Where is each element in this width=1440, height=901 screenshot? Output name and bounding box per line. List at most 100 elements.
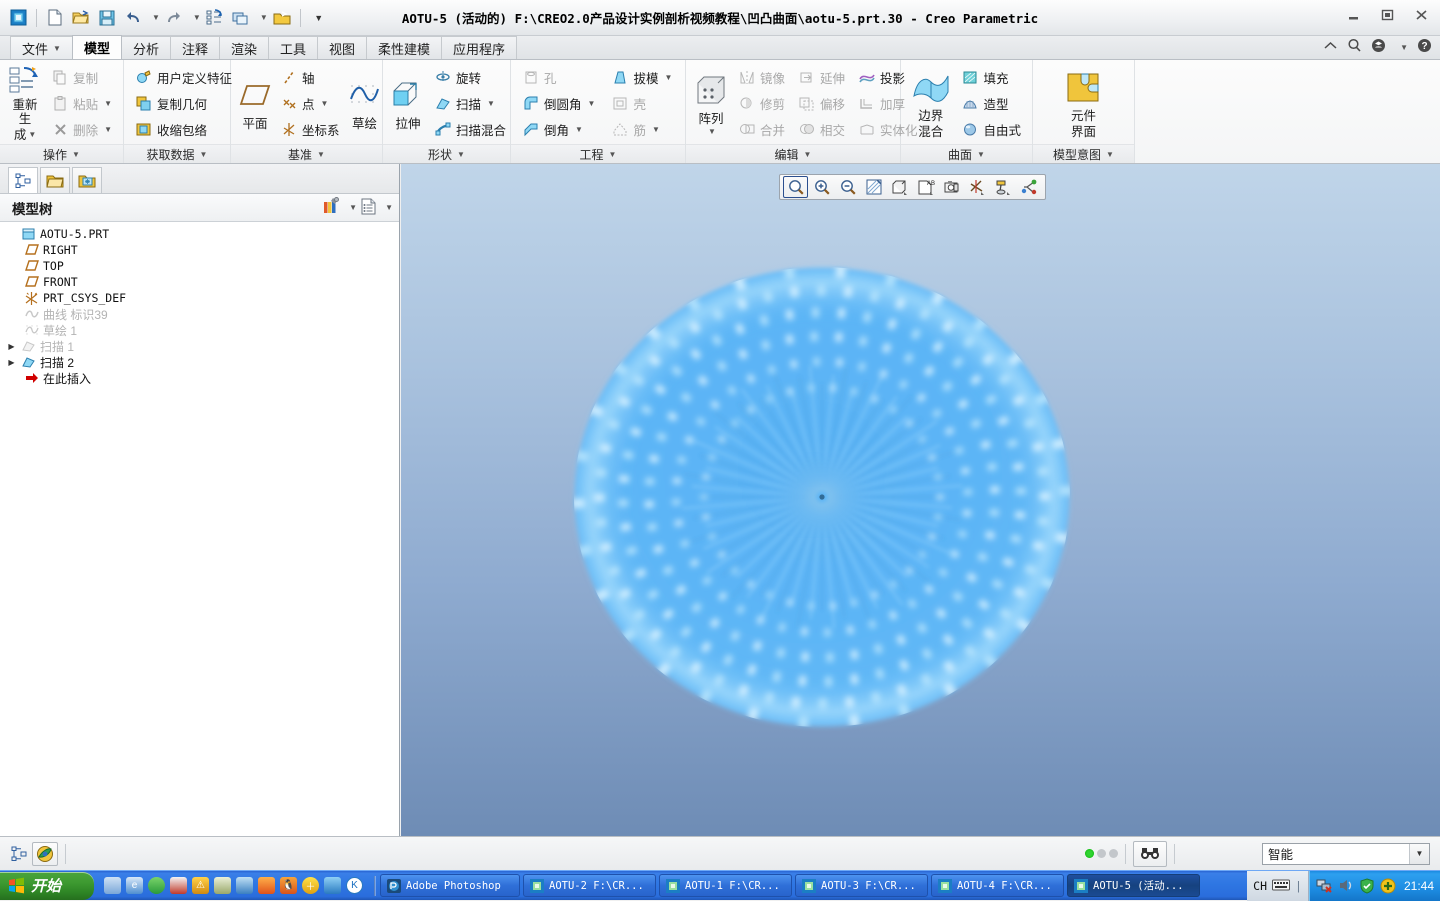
datum-axis-button[interactable]: 轴 xyxy=(275,65,345,90)
chevron-down-icon[interactable]: ▼ xyxy=(664,73,672,82)
round-button[interactable]: 倒圆角 ▼ xyxy=(517,91,600,116)
taskbar-item-aotu-4[interactable]: AOTU-4 F:\CR... xyxy=(931,874,1064,897)
chevron-down-icon[interactable]: ▼ xyxy=(588,99,596,108)
window-switch-icon[interactable] xyxy=(229,6,253,30)
window-dropdown-icon[interactable]: ▼ xyxy=(260,13,268,22)
udf-button[interactable]: 用户定义特征 xyxy=(130,65,237,90)
graphics-viewport[interactable]: AB QQ:284836996 xyxy=(401,164,1440,836)
ie-icon[interactable]: e xyxy=(126,877,143,894)
coord-system-button[interactable]: 坐标系 xyxy=(275,117,345,142)
chevron-down-icon[interactable]: ▼ xyxy=(487,99,495,108)
tree-node-top-plane[interactable]: TOP xyxy=(6,258,399,274)
style-button[interactable]: 造型 xyxy=(956,91,1026,116)
view-manager-icon[interactable] xyxy=(939,176,964,198)
ribbon-group-shapes-title[interactable]: 形状 ▼ xyxy=(383,144,510,163)
warning-app-icon[interactable]: ⚠ xyxy=(192,877,209,894)
taskbar-item-aotu-1[interactable]: AOTU-1 F:\CR... xyxy=(659,874,792,897)
draft-button[interactable]: 拔模 ▼ xyxy=(606,65,677,90)
selection-filter-select[interactable]: 智能 ▼ xyxy=(1262,842,1430,865)
notes-icon[interactable] xyxy=(214,877,231,894)
extend-button[interactable]: 延伸 xyxy=(793,65,850,90)
chevron-down-icon[interactable]: ▼ xyxy=(708,127,716,136)
kingsoft-icon[interactable]: K xyxy=(346,877,363,894)
display-style-icon[interactable] xyxy=(887,176,912,198)
trim-button[interactable]: 修剪 xyxy=(733,91,790,116)
copy-geometry-button[interactable]: 复制几何 xyxy=(130,91,237,116)
chevron-down-icon[interactable]: ▼ xyxy=(321,99,329,108)
chamfer-button[interactable]: 倒角 ▼ xyxy=(517,117,600,142)
qq-icon[interactable]: 🐧 xyxy=(280,877,297,894)
intersect-button[interactable]: 相交 xyxy=(793,117,850,142)
ribbon-group-surfaces-title[interactable]: 曲面 ▼ xyxy=(901,144,1032,163)
ribbon-group-operations-title[interactable]: 操作 ▼ xyxy=(0,144,123,163)
annotation-display-icon[interactable] xyxy=(991,176,1016,198)
datum-display-icon[interactable] xyxy=(965,176,990,198)
freestyle-button[interactable]: 自由式 xyxy=(956,117,1026,142)
media-player-icon[interactable] xyxy=(170,877,187,894)
copy-button[interactable]: 复制 xyxy=(46,65,117,90)
tree-node-sweep-2[interactable]: ▶ 扫描 2 xyxy=(6,354,399,370)
spin-center-icon[interactable] xyxy=(1017,176,1042,198)
tree-node-part[interactable]: AOTU-5.PRT xyxy=(6,226,399,242)
account-icon[interactable] xyxy=(1371,38,1386,56)
creo-app-icon[interactable] xyxy=(6,6,30,30)
tab-flexible-modeling[interactable]: 柔性建模 xyxy=(366,36,443,59)
tab-tools[interactable]: 工具 xyxy=(268,36,319,59)
tab-analysis[interactable]: 分析 xyxy=(120,36,171,59)
thunder-download-icon[interactable] xyxy=(236,877,253,894)
taskbar-item-aotu-5[interactable]: AOTU-5 (活动... xyxy=(1067,874,1200,897)
regenerate-button[interactable]: 重新生 成 ▼ xyxy=(6,65,44,143)
chevron-down-icon[interactable]: ▼ xyxy=(104,125,112,134)
security-icon[interactable]: ＋ xyxy=(302,877,319,894)
datum-point-button[interactable]: 点 ▼ xyxy=(275,91,345,116)
tree-node-sketch-1[interactable]: 草绘 1 xyxy=(6,322,399,338)
tree-settings-caret-icon[interactable]: ▼ xyxy=(349,203,357,212)
repaint-icon[interactable] xyxy=(861,176,886,198)
extrude-button[interactable]: 拉伸 xyxy=(389,65,427,143)
mirror-button[interactable]: 镜像 xyxy=(733,65,790,90)
tree-expander[interactable]: ▶ xyxy=(6,342,17,351)
sweep-button[interactable]: 扫描 ▼ xyxy=(429,91,511,116)
ribbon-group-datum-title[interactable]: 基准 ▼ xyxy=(231,144,382,163)
tab-file[interactable]: 文件 ▼ xyxy=(10,36,73,59)
shell-button[interactable]: 壳 xyxy=(606,91,677,116)
start-button[interactable]: 开始 xyxy=(0,871,94,900)
restore-button[interactable] xyxy=(1372,4,1402,26)
search-icon[interactable] xyxy=(1347,38,1362,56)
swept-blend-button[interactable]: 扫描混合 xyxy=(429,117,511,142)
taskbar-item-aotu-3[interactable]: AOTU-3 F:\CR... xyxy=(795,874,928,897)
player-icon[interactable] xyxy=(258,877,275,894)
close-button[interactable] xyxy=(1406,4,1436,26)
show-desktop-icon[interactable] xyxy=(104,877,121,894)
delete-button[interactable]: 删除 ▼ xyxy=(46,117,117,142)
minimize-button[interactable] xyxy=(1338,4,1368,26)
new-file-icon[interactable] xyxy=(43,6,67,30)
open-folder-icon[interactable] xyxy=(270,6,294,30)
datum-plane-button[interactable]: 平面 xyxy=(237,65,273,143)
green-browser-icon[interactable] xyxy=(148,877,165,894)
save-icon[interactable] xyxy=(95,6,119,30)
offset-button[interactable]: 偏移 xyxy=(793,91,850,116)
open-file-icon[interactable] xyxy=(69,6,93,30)
tree-node-right-plane[interactable]: RIGHT xyxy=(6,242,399,258)
tree-display-icon[interactable] xyxy=(360,198,377,218)
tree-display-caret-icon[interactable]: ▼ xyxy=(385,203,393,212)
pattern-button[interactable]: 阵列 ▼ xyxy=(692,65,730,143)
saved-views-icon[interactable]: AB xyxy=(913,176,938,198)
tree-node-front-plane[interactable]: FRONT xyxy=(6,274,399,290)
favorites-tab[interactable] xyxy=(72,167,102,193)
tab-render[interactable]: 渲染 xyxy=(218,36,269,59)
paste-button[interactable]: 粘贴 ▼ xyxy=(46,91,117,116)
tree-expander[interactable]: ▶ xyxy=(6,358,17,367)
browser-toggle-icon[interactable] xyxy=(32,841,58,866)
shrinkwrap-button[interactable]: 收缩包络 xyxy=(130,117,237,142)
customize-qat-icon[interactable]: ▼ xyxy=(307,6,331,30)
redo-icon[interactable] xyxy=(162,6,186,30)
boundary-blend-button[interactable]: 边界 混合 xyxy=(907,65,954,143)
revolve-button[interactable]: 旋转 xyxy=(429,65,511,90)
taskbar-item-aotu-2[interactable]: AOTU-2 F:\CR... xyxy=(523,874,656,897)
ribbon-group-engineering-title[interactable]: 工程 ▼ xyxy=(511,144,685,163)
folder-browser-tab[interactable] xyxy=(40,167,70,193)
model-tree-toggle-icon[interactable] xyxy=(6,842,32,866)
sketch-button[interactable]: 草绘 xyxy=(347,65,383,143)
